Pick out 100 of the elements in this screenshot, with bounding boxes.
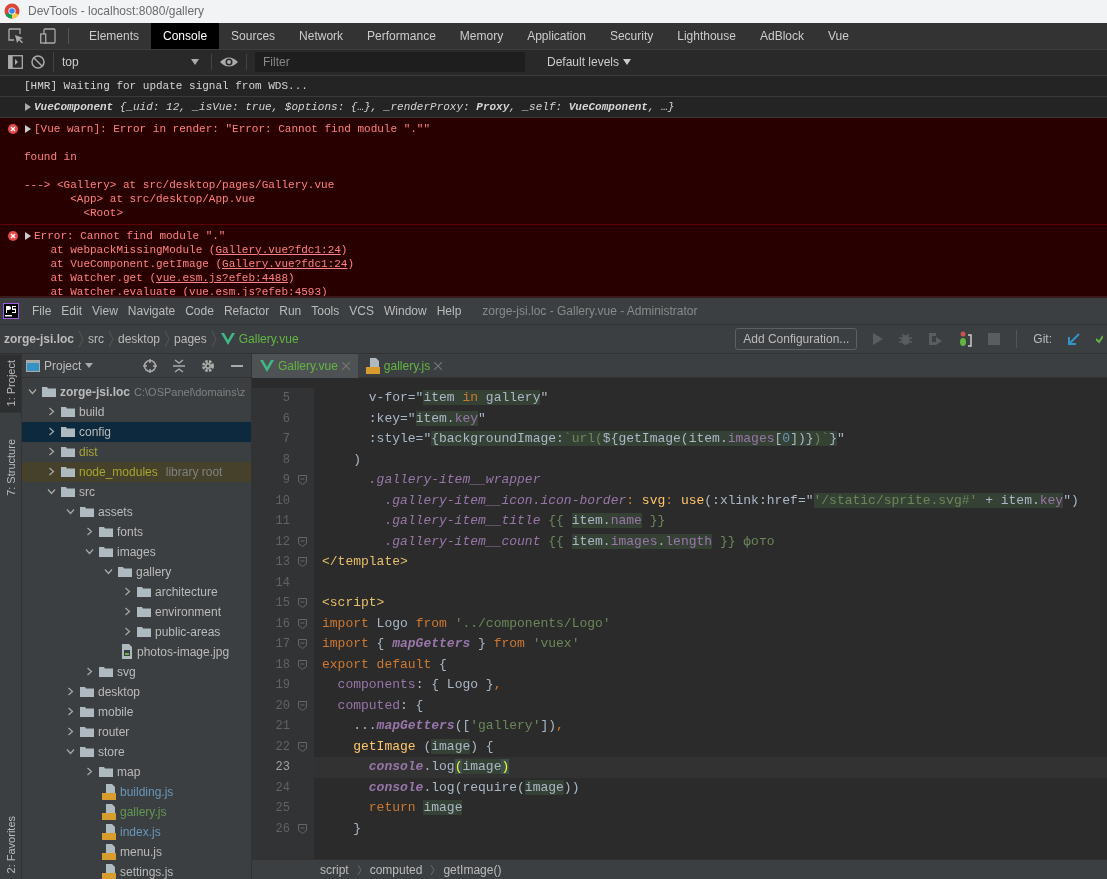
tree-item-label[interactable]: desktop [98, 682, 141, 701]
chevron-right-icon[interactable] [123, 607, 132, 617]
settings-icon[interactable] [201, 358, 215, 373]
tree-item-label[interactable]: zorge-jsi.loc [60, 382, 130, 401]
menu-item[interactable]: Run [274, 302, 307, 321]
editor-tab[interactable]: Gallery.vue [252, 354, 358, 379]
devtools-tab[interactable]: Elements [77, 22, 152, 49]
menu-item[interactable]: View [87, 302, 123, 321]
tree-item-label[interactable]: dist [79, 442, 98, 461]
breadcrumb-item[interactable]: getImage() [443, 860, 502, 879]
close-icon[interactable] [434, 362, 443, 371]
devtools-tab[interactable]: Lighthouse [665, 22, 748, 49]
fold-marker-icon[interactable] [298, 639, 307, 650]
devtools-tab[interactable]: Network [287, 22, 356, 49]
update-arrow-icon[interactable] [1068, 333, 1080, 346]
collapsed-triangle-icon[interactable] [24, 231, 31, 240]
clear-console-icon[interactable] [31, 55, 45, 70]
tree-item-label[interactable]: photos-image.jpg [137, 642, 230, 661]
source-link[interactable]: vue.esm.js?efeb:4488 [156, 271, 289, 284]
chevron-down-icon[interactable] [66, 747, 75, 757]
chevron-right-icon[interactable] [66, 687, 75, 697]
fold-marker-icon[interactable] [298, 618, 307, 629]
tree-item-label[interactable]: node_modules [79, 462, 158, 481]
tree-item-label[interactable]: store [98, 742, 125, 761]
commit-check-icon[interactable] [1096, 334, 1103, 345]
inspect-icon[interactable] [8, 27, 24, 44]
tree-item-label[interactable]: mobile [98, 702, 134, 721]
tree-item-label[interactable]: menu.js [120, 842, 163, 861]
fold-marker-icon[interactable] [298, 659, 307, 670]
breadcrumb-item[interactable]: zorge-jsi.loc [4, 330, 74, 349]
fold-marker-icon[interactable] [298, 741, 307, 752]
sidebar-toggle-icon[interactable] [8, 55, 23, 70]
fold-marker-icon[interactable] [298, 536, 307, 547]
menu-item[interactable]: Window [378, 302, 432, 321]
source-link[interactable]: Gallery.vue?fdc1:24 [215, 243, 341, 256]
chevron-right-icon[interactable] [123, 587, 132, 597]
source-link[interactable]: vue.esm.js?efeb:4593 [189, 285, 322, 297]
tree-item-label[interactable]: public-areas [155, 622, 221, 641]
tree-item-label[interactable]: images [117, 542, 156, 561]
breadcrumb-item[interactable]: src [88, 330, 104, 349]
devtools-tab[interactable]: Application [515, 22, 598, 49]
attach-debugger-icon[interactable] [958, 331, 973, 348]
device-icon[interactable] [40, 27, 56, 44]
devtools-tab[interactable]: Performance [355, 22, 448, 49]
chevron-right-icon[interactable] [85, 767, 94, 777]
menu-item[interactable]: Tools [306, 302, 345, 321]
devtools-tab[interactable]: Security [597, 22, 666, 49]
minimize-icon[interactable] [231, 364, 243, 367]
tree-item-label[interactable]: map [117, 762, 141, 781]
tree-item-label[interactable]: gallery [136, 562, 172, 581]
tree-item-label[interactable]: build [79, 402, 105, 421]
breadcrumb-item[interactable]: script [320, 860, 349, 879]
chevron-right-icon[interactable] [47, 427, 56, 437]
devtools-tab[interactable]: Vue [816, 22, 861, 49]
tree-item-label[interactable]: assets [98, 502, 133, 521]
devtools-tab[interactable]: Sources [219, 22, 288, 49]
menu-item[interactable]: VCS [344, 302, 379, 321]
chevron-right-icon[interactable] [123, 627, 132, 637]
collapse-all-icon[interactable] [173, 358, 185, 373]
collapsed-triangle-icon[interactable] [24, 102, 31, 111]
fold-marker-icon[interactable] [298, 557, 307, 568]
chevron-right-icon[interactable] [47, 407, 56, 417]
breadcrumb-item[interactable]: pages [174, 330, 207, 349]
tool-window-tab[interactable]: 2: Favorites [0, 809, 21, 879]
chevron-down-icon[interactable] [104, 567, 113, 577]
tool-window-tab[interactable]: 7: Structure [0, 432, 21, 502]
source-link[interactable]: Gallery.vue?fdc1:24 [222, 257, 348, 270]
add-configuration-button[interactable]: Add Configuration... [735, 328, 858, 351]
tree-item-label[interactable]: settings.js [120, 862, 174, 879]
tree-item-label[interactable]: environment [155, 602, 222, 621]
breadcrumb-item[interactable]: Gallery.vue [238, 330, 299, 349]
project-view-dropdown[interactable]: Project [26, 356, 94, 375]
chevron-right-icon[interactable] [66, 727, 75, 737]
chevron-right-icon[interactable] [47, 467, 56, 477]
breadcrumb-item[interactable]: desktop [118, 330, 161, 349]
tree-item-label[interactable]: gallery.js [120, 802, 167, 821]
collapsed-triangle-icon[interactable] [24, 124, 31, 133]
menu-item[interactable]: Refactor [218, 302, 275, 321]
fold-marker-icon[interactable] [298, 475, 307, 486]
tree-item-label[interactable]: architecture [155, 582, 218, 601]
chevron-right-icon[interactable] [66, 707, 75, 717]
breadcrumb-item[interactable]: computed [369, 860, 423, 879]
chevron-down-icon[interactable] [28, 387, 37, 397]
menu-item[interactable]: Navigate [122, 302, 181, 321]
filter-field[interactable]: Filter [255, 52, 525, 73]
locate-icon[interactable] [143, 358, 157, 373]
tree-item-label[interactable]: config [79, 422, 112, 441]
devtools-tab[interactable]: AdBlock [747, 22, 816, 49]
tree-item-label[interactable]: src [79, 482, 95, 501]
chevron-down-icon[interactable] [47, 487, 56, 497]
fold-marker-icon[interactable] [298, 598, 307, 609]
devtools-tab[interactable]: Console [151, 22, 220, 49]
menu-item[interactable]: Help [431, 302, 467, 321]
chevron-right-icon[interactable] [85, 527, 94, 537]
levels-dropdown[interactable]: Default levels [541, 52, 638, 73]
chevron-right-icon[interactable] [47, 447, 56, 457]
fold-marker-icon[interactable] [298, 823, 307, 834]
tree-item-label[interactable]: building.js [120, 782, 174, 801]
fold-marker-icon[interactable] [298, 700, 307, 711]
menu-item[interactable]: File [27, 302, 57, 321]
